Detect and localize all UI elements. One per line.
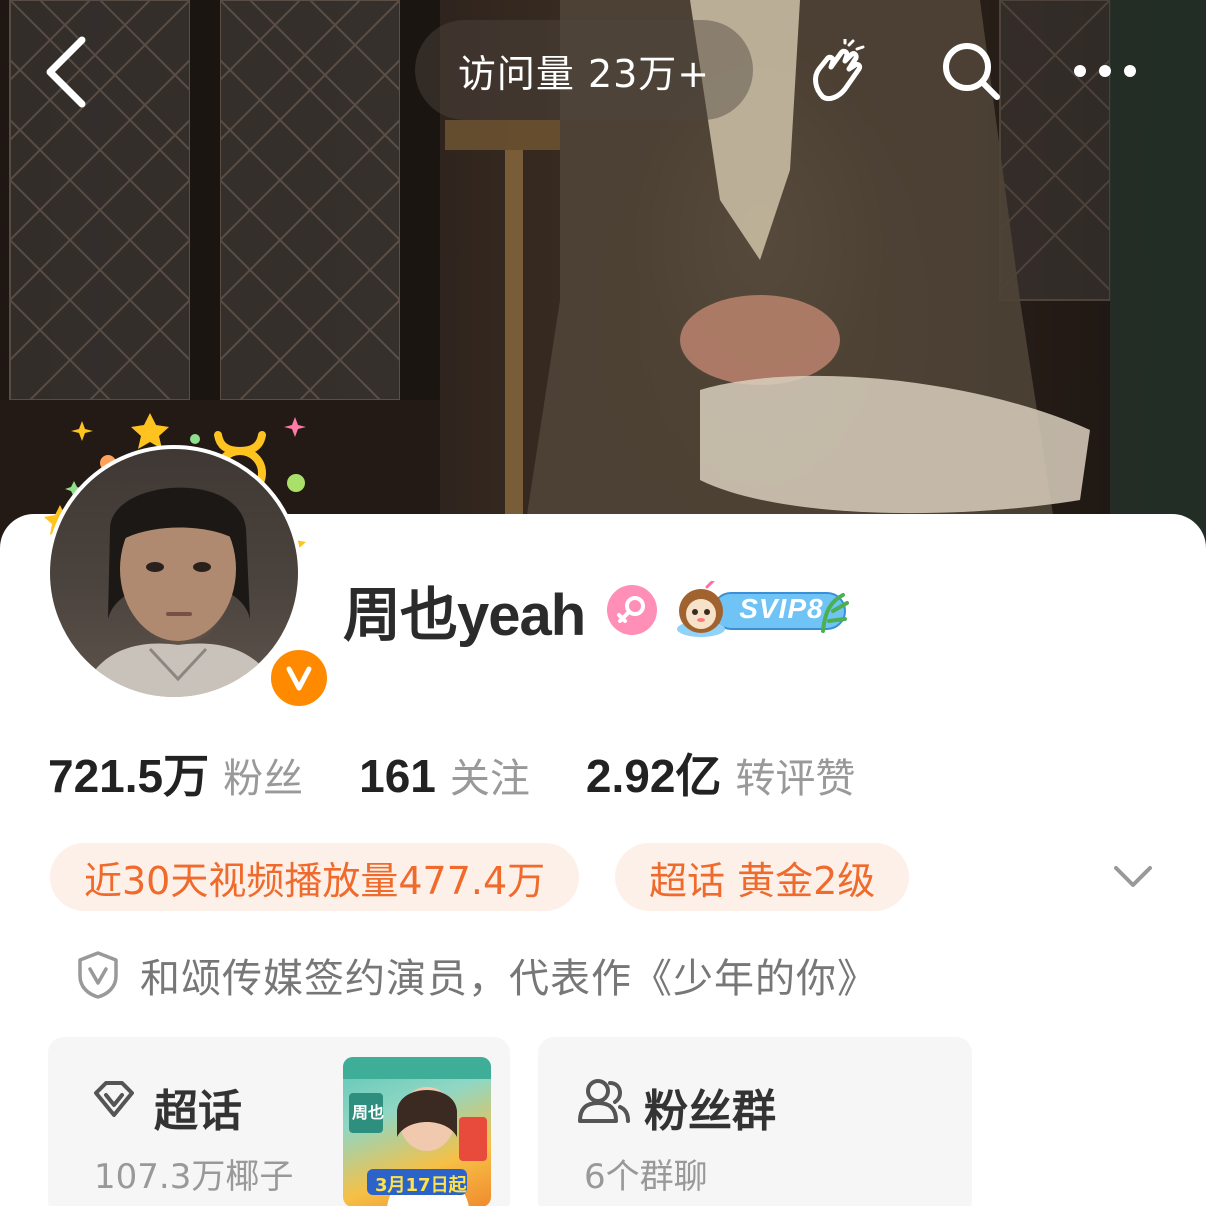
verification-info[interactable]: 和颂传媒签约演员，代表作《少年的你》 xyxy=(76,945,878,1005)
supertopic-level-tag[interactable]: 超话 黄金2级 xyxy=(615,843,910,911)
diamond-icon xyxy=(94,1081,134,1117)
gender-badge xyxy=(607,585,658,635)
name-row: 周也yeah SVIP8 xyxy=(343,570,850,650)
stat-following[interactable]: 161 关注 xyxy=(359,746,530,804)
stats-row: 721.5万 粉丝 161 关注 2.92亿 转评赞 xyxy=(48,740,855,810)
top-nav-bar: 访问量 23万+ xyxy=(0,0,1206,140)
supertopic-level-label: 超话 黄金2级 xyxy=(649,858,876,903)
visit-count-text: 访问量 23万+ xyxy=(457,51,711,96)
supertopic-poster[interactable]: 周也 3月17日起 xyxy=(343,1057,491,1206)
female-icon xyxy=(617,596,646,623)
greet-button[interactable] xyxy=(802,36,872,106)
back-button[interactable] xyxy=(36,32,106,112)
following-count: 161 xyxy=(359,750,436,802)
fan-group-title: 粉丝群 xyxy=(644,1086,776,1137)
fan-group-subtitle: 6个群聊 xyxy=(584,1157,708,1197)
followers-count: 721.5万 xyxy=(48,750,210,802)
poster-name-text: 周也 xyxy=(352,1103,385,1122)
chevron-left-icon xyxy=(46,36,86,108)
video-views-tag[interactable]: 近30天视频播放量477.4万 xyxy=(50,843,580,911)
v-verified-icon xyxy=(280,659,318,697)
expand-button[interactable] xyxy=(1108,852,1158,902)
svip-badge[interactable]: SVIP8 xyxy=(673,581,850,639)
supertopic-card[interactable]: 超话 107.3万椰子 周也 3月17日起 xyxy=(48,1037,510,1206)
verified-badge xyxy=(266,645,332,711)
avatar[interactable] xyxy=(46,445,302,701)
user-name: 周也yeah xyxy=(343,583,586,648)
poster-date-text: 3月17日起 xyxy=(375,1175,467,1196)
avatar-photo xyxy=(81,487,279,697)
interactions-count: 2.92亿 xyxy=(585,750,722,802)
shield-v-icon xyxy=(78,951,118,999)
supertopic-subtitle: 107.3万椰子 xyxy=(94,1157,294,1197)
more-button[interactable] xyxy=(1070,36,1140,106)
followers-label: 粉丝 xyxy=(223,756,304,802)
svip-label: SVIP8 xyxy=(739,593,824,624)
group-users-icon xyxy=(578,1079,630,1123)
wave-hand-icon xyxy=(813,39,865,102)
verification-text: 和颂传媒签约演员，代表作《少年的你》 xyxy=(140,956,878,1002)
avatar-container[interactable] xyxy=(30,405,332,715)
search-icon xyxy=(943,43,1000,100)
chevron-down-icon xyxy=(1114,866,1152,887)
stat-followers[interactable]: 721.5万 粉丝 xyxy=(48,740,303,806)
following-label: 关注 xyxy=(449,756,530,802)
search-button[interactable] xyxy=(936,36,1006,106)
more-dots-icon xyxy=(1074,65,1136,77)
interactions-label: 转评赞 xyxy=(735,756,856,802)
fan-group-card[interactable]: 粉丝群 6个群聊 xyxy=(538,1037,972,1206)
video-views-label: 近30天视频播放量477.4万 xyxy=(84,858,546,903)
supertopic-title: 超话 xyxy=(154,1086,242,1137)
visit-count-pill[interactable]: 访问量 23万+ xyxy=(415,20,753,120)
stat-interactions[interactable]: 2.92亿 转评赞 xyxy=(586,740,856,806)
